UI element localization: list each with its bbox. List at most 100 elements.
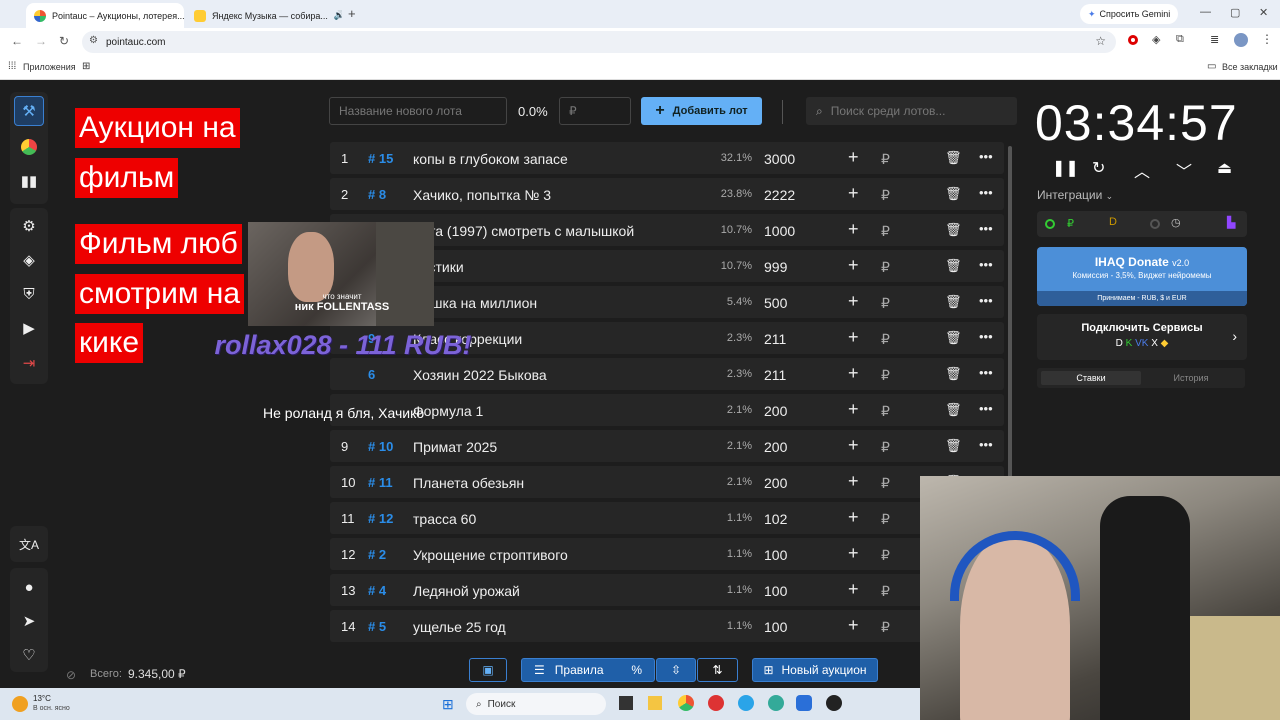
lot-row[interactable]: 2 # 8 Хачико, попытка № 3 23.8% 2222 + ₽ 🗑 ••• (330, 178, 1004, 210)
lot-row[interactable]: 12# 2Укрощение строптивого1.1%100+₽🗑••• (330, 538, 1004, 570)
edge-taskbar-icon[interactable] (738, 695, 754, 711)
sort-button[interactable]: ⇅ (697, 658, 738, 682)
add-bid-plus-icon[interactable]: + (848, 543, 859, 564)
twitch-icon[interactable]: ▙ (1227, 216, 1235, 229)
delete-trash-icon[interactable]: 🗑 (945, 150, 962, 166)
statistics-icon[interactable]: ▮▮ (14, 166, 44, 196)
lot-row[interactable]: 9 # 10 Примат 2025 2.1% 200 + ₽ 🗑 ••• (330, 430, 1004, 462)
app-taskbar-icon[interactable] (796, 695, 812, 711)
windows-start-icon[interactable]: ⊞ (442, 696, 454, 713)
add-lot-button[interactable]: + Добавить лот (641, 97, 762, 125)
ruble-currency-icon[interactable]: ₽ (881, 439, 890, 456)
ruble-currency-icon[interactable]: ₽ (881, 295, 890, 312)
add-bid-plus-icon[interactable]: + (848, 183, 859, 204)
delete-trash-icon[interactable]: 🗑 (945, 294, 962, 310)
add-bid-plus-icon[interactable]: + (848, 615, 859, 636)
delete-trash-icon[interactable]: 🗑 (945, 258, 962, 274)
opera-extension-icon[interactable] (1128, 35, 1138, 45)
lot-name[interactable]: лита (1997) смотреть с малышкой (413, 223, 634, 239)
ask-gemini-button[interactable]: ✦ Спросить Gemini (1080, 4, 1179, 24)
ruble-currency-icon[interactable]: ₽ (881, 151, 890, 168)
clock-integration-icon[interactable]: ◷ (1171, 216, 1181, 229)
forward-arrow-icon[interactable]: → (35, 34, 47, 48)
integration-enabled-toggle[interactable] (1045, 219, 1055, 229)
ihaq-donate-banner[interactable]: IHAQ Donate v2.0 Комиссия - 3,5%, Виджет… (1037, 247, 1247, 306)
more-options-icon[interactable]: ••• (979, 257, 993, 272)
add-bid-plus-icon[interactable]: + (848, 399, 859, 420)
github-icon[interactable]: ● (14, 572, 44, 602)
minimize-icon[interactable]: — (1200, 6, 1211, 18)
wheel-chart-icon[interactable] (14, 132, 44, 162)
save-button[interactable]: ▣ (469, 658, 507, 682)
ruble-currency-icon[interactable]: ₽ (881, 259, 890, 276)
integration-disabled-toggle[interactable] (1150, 219, 1160, 229)
add-bid-plus-icon[interactable]: + (848, 147, 859, 168)
delete-trash-icon[interactable]: 🗑 (945, 222, 962, 238)
logout-icon[interactable]: ⇥ (14, 348, 44, 378)
task-view-icon[interactable] (619, 696, 633, 710)
double-time-icon[interactable]: ⏏ (1217, 158, 1232, 178)
close-window-icon[interactable]: ✕ (1259, 6, 1268, 19)
add-bid-plus-icon[interactable]: + (848, 435, 859, 456)
add-bid-plus-icon[interactable]: + (848, 579, 859, 600)
back-arrow-icon[interactable]: ← (11, 34, 23, 48)
ruble-currency-icon[interactable]: ₽ (881, 547, 890, 564)
more-options-icon[interactable]: ••• (979, 437, 993, 452)
add-bid-plus-icon[interactable]: + (848, 291, 859, 312)
subtract-time-chevron-down-icon[interactable]: ﹀ (1176, 158, 1192, 182)
bookmark-star-icon[interactable]: ☆ (1095, 34, 1106, 48)
more-options-icon[interactable]: ••• (979, 185, 993, 200)
more-options-icon[interactable]: ••• (979, 221, 993, 236)
lot-row[interactable]: 11# 12трасса 601.1%102+₽🗑••• (330, 502, 1004, 534)
telegram-icon[interactable]: ➤ (14, 606, 44, 636)
tab-yandex-music[interactable]: Яндекс Музыка — собира... 🔊 ✕ (186, 3, 342, 28)
compress-button[interactable]: ⇳ (656, 658, 696, 682)
layers-icon[interactable]: ◈ (14, 245, 44, 275)
tab-history[interactable]: История (1141, 371, 1241, 385)
lot-search-input[interactable]: ⌕ Поиск среди лотов... (806, 97, 1017, 125)
lots-scrollbar[interactable] (1008, 146, 1012, 486)
add-bid-plus-icon[interactable]: + (848, 471, 859, 492)
delete-trash-icon[interactable]: 🗑 (945, 438, 962, 454)
ruble-currency-icon[interactable]: ₽ (881, 583, 890, 600)
delete-trash-icon[interactable]: 🗑 (945, 366, 962, 382)
delete-trash-icon[interactable]: 🗑 (945, 186, 962, 202)
add-bid-plus-icon[interactable]: + (848, 507, 859, 528)
add-bid-plus-icon[interactable]: + (848, 327, 859, 348)
more-options-icon[interactable]: ••• (979, 329, 993, 344)
ruble-currency-icon[interactable]: ₽ (881, 187, 890, 204)
donationalerts-icon[interactable]: D (1109, 216, 1117, 228)
chrome-taskbar-icon[interactable] (678, 695, 694, 711)
lot-name[interactable]: Примат 2025 (413, 439, 497, 455)
translate-icon[interactable]: 文A (14, 529, 44, 559)
ruble-currency-icon[interactable]: ₽ (881, 367, 890, 384)
shield-icon[interactable]: ⛨ (14, 279, 44, 309)
pause-icon[interactable]: ❚❚ (1052, 158, 1079, 178)
connect-services-card[interactable]: Подключить Сервисы D K VK X ◆ › (1037, 314, 1247, 360)
bookmark-apps[interactable]: Приложения (23, 62, 76, 72)
lot-row[interactable]: 10# 11Планета обезьян2.1%200+₽🗑••• (330, 466, 1004, 498)
add-bid-plus-icon[interactable]: + (848, 255, 859, 276)
lot-name[interactable]: копы в глубоком запасе (413, 151, 568, 167)
lot-name[interactable]: Хачико, попытка № 3 (413, 187, 551, 203)
new-lot-amount-input[interactable]: ₽ (559, 97, 631, 125)
ruble-integration-icon[interactable]: ₽ (1067, 217, 1074, 230)
maximize-icon[interactable]: ▢ (1230, 6, 1240, 19)
rules-button[interactable]: ☰ Правила % (521, 658, 655, 682)
add-time-chevron-up-icon[interactable]: ︿ (1134, 158, 1150, 182)
lot-row[interactable]: Формула 1 2.1% 200 + ₽ 🗑 ••• (330, 394, 1004, 426)
profile-avatar[interactable] (1234, 33, 1248, 47)
donate-hand-icon[interactable]: ♡ (14, 640, 44, 670)
tab-bets[interactable]: Ставки (1041, 371, 1141, 385)
auction-gavel-icon[interactable]: ⚒ (14, 96, 44, 126)
puzzle-extensions-icon[interactable]: ⧉ (1176, 33, 1184, 46)
url-field[interactable]: ⚙ pointauc.com ☆ (82, 31, 1116, 53)
weather-sun-icon[interactable] (12, 696, 28, 712)
more-options-icon[interactable]: ••• (979, 149, 993, 164)
percent-icon[interactable]: % (631, 663, 642, 677)
ruble-currency-icon[interactable]: ₽ (881, 331, 890, 348)
new-auction-button[interactable]: ⊞ Новый аукцион (752, 658, 878, 682)
lot-name[interactable]: трасса 60 (413, 511, 476, 527)
ruble-currency-icon[interactable]: ₽ (881, 475, 890, 492)
integrations-dropdown[interactable]: Интеграции ⌄ (1037, 188, 1113, 202)
